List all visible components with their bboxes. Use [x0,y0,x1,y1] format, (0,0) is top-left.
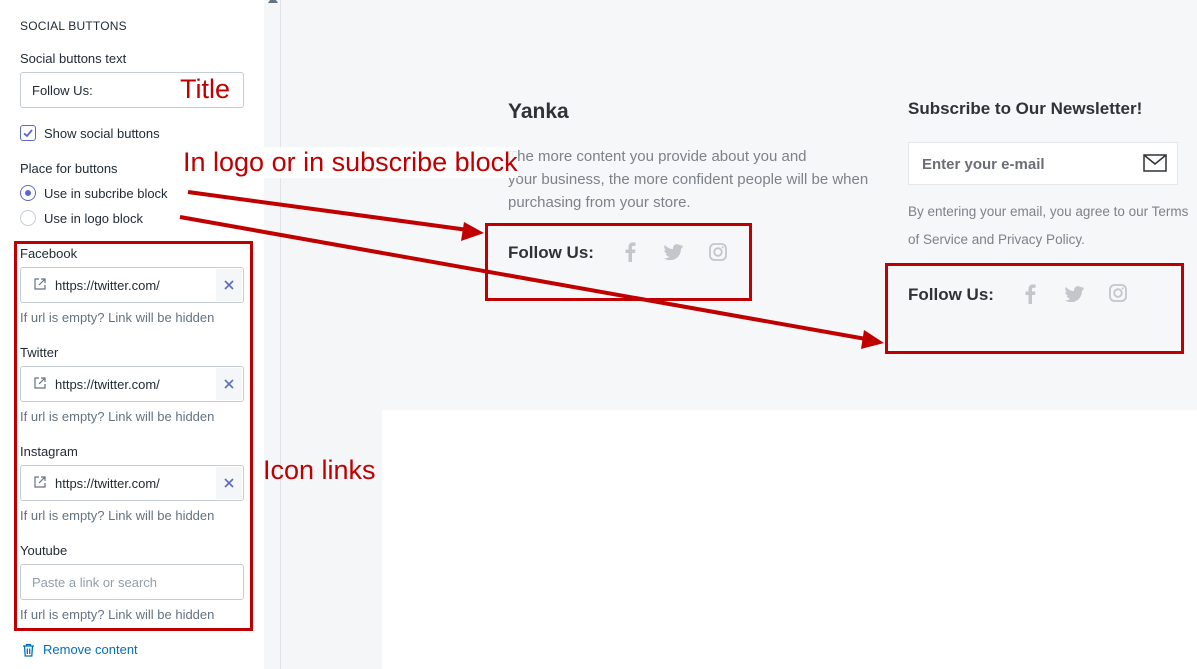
annotation-arrows [179,190,884,349]
arrow-to-subscribe-block [179,215,867,341]
arrowhead-subscribe [861,330,884,349]
arrowhead-logo [461,222,484,241]
